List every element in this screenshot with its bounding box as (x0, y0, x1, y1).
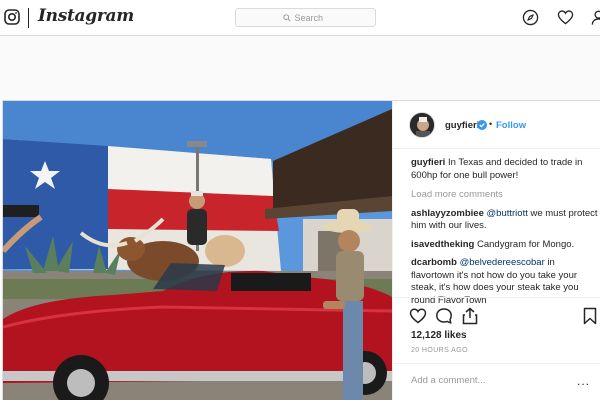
load-more-comments-link[interactable]: Load more comments (411, 189, 599, 202)
post-actions (393, 297, 600, 327)
instagram-glyph-icon[interactable] (4, 9, 20, 25)
search-icon (282, 13, 291, 22)
comment-username[interactable]: isavedtheking (411, 239, 474, 250)
post-caption: guyfieri In Texas and decided to trade i… (411, 157, 599, 182)
search-box[interactable] (235, 8, 376, 27)
post-side-panel: guyfieri • Follow guyfieri In Texas and … (392, 101, 600, 400)
more-options-icon[interactable]: ... (577, 374, 590, 388)
comments-list: guyfieri In Texas and decided to trade i… (411, 157, 599, 313)
share-icon[interactable] (461, 307, 479, 325)
nav-divider (28, 8, 29, 28)
like-heart-icon[interactable] (409, 307, 427, 325)
post-photo[interactable] (3, 101, 392, 400)
add-comment-input[interactable] (411, 375, 561, 386)
avatar-image (410, 113, 434, 137)
comment-username[interactable]: dcarbomb (411, 257, 457, 268)
bookmark-icon[interactable] (581, 307, 599, 325)
comment-item: ashlayyzombiee @buttriott we must protec… (411, 208, 599, 233)
caption-username[interactable]: guyfieri (411, 157, 445, 168)
comment-icon[interactable] (435, 307, 453, 325)
post-card: guyfieri • Follow guyfieri In Texas and … (2, 100, 600, 400)
comment-item: isavedtheking Candygram for Mongo. (411, 239, 599, 252)
verified-badge-icon (477, 120, 487, 130)
heart-icon[interactable] (557, 9, 574, 26)
add-comment-bar: ... (393, 363, 600, 400)
follow-button[interactable]: Follow (496, 120, 526, 131)
avatar[interactable] (409, 112, 435, 138)
comment-username[interactable]: ashlayyzombiee (411, 208, 484, 219)
instagram-wordmark[interactable]: Instagram (38, 6, 134, 26)
post-timestamp[interactable]: 20 HOURS AGO (411, 347, 468, 354)
search-input[interactable] (294, 12, 329, 23)
likes-count[interactable]: 12,128 likes (411, 330, 467, 341)
profile-icon[interactable] (590, 9, 600, 26)
post-header: guyfieri • Follow (393, 101, 600, 149)
post-photo-illustration (3, 101, 392, 400)
comment-mention[interactable]: @belvedereescobar (460, 257, 545, 268)
comment-mention[interactable]: @buttriott (487, 208, 528, 219)
comment-text: Candygram for Mongo. (477, 238, 575, 250)
dot-separator: • (489, 119, 493, 129)
post-username[interactable]: guyfieri (445, 120, 479, 131)
top-navbar: Instagram (0, 0, 600, 36)
compass-icon[interactable] (522, 9, 539, 26)
